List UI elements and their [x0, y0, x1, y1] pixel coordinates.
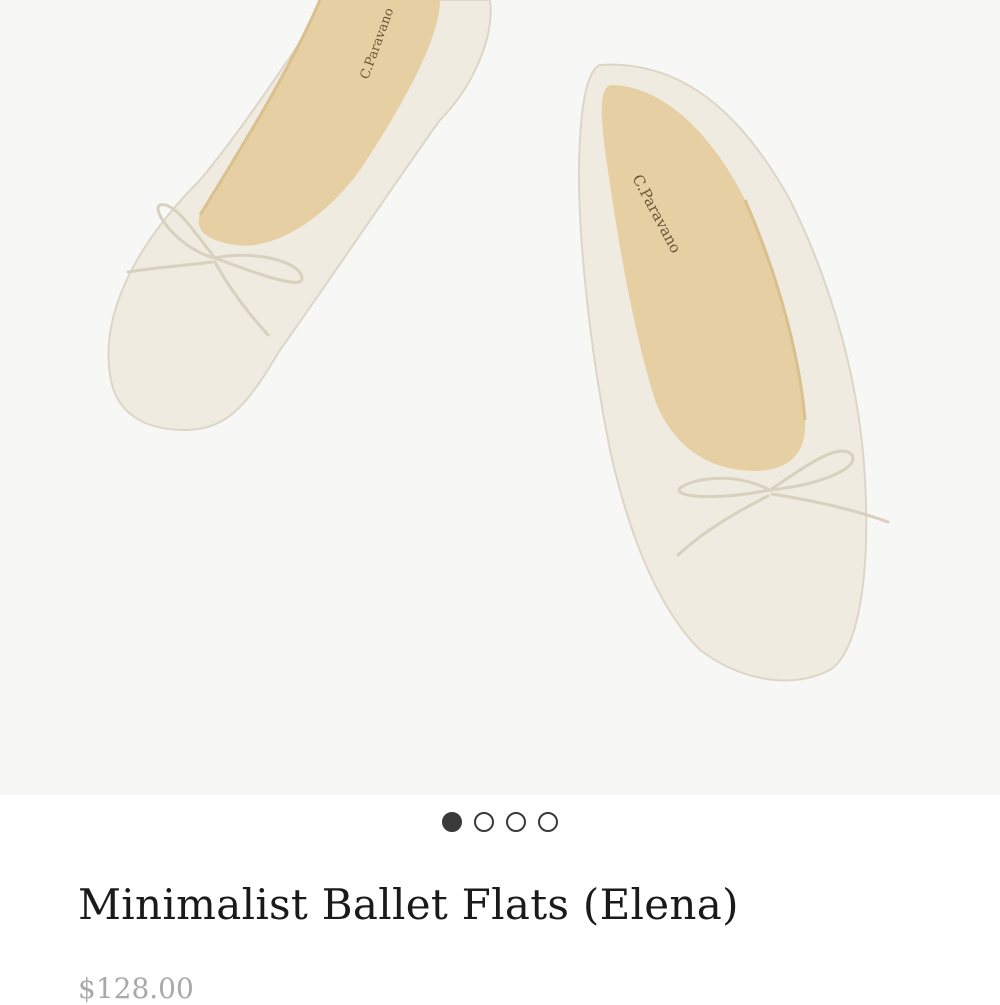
carousel-dot-3[interactable]: [506, 812, 526, 832]
left-shoe-image: C.Paravano: [107, 0, 492, 432]
carousel-dot-1[interactable]: [442, 812, 462, 832]
product-price: $128.00: [78, 972, 194, 1005]
carousel-pagination: [0, 812, 1000, 838]
carousel-dot-2[interactable]: [474, 812, 494, 832]
product-title: Minimalist Ballet Flats (Elena): [78, 880, 739, 929]
right-shoe-image: C.Paravano: [578, 63, 890, 682]
product-image: C.Paravano C.Paravano: [107, 0, 890, 682]
carousel-dot-4[interactable]: [538, 812, 558, 832]
product-image-gallery[interactable]: C.Paravano C.Paravano: [0, 0, 1000, 795]
